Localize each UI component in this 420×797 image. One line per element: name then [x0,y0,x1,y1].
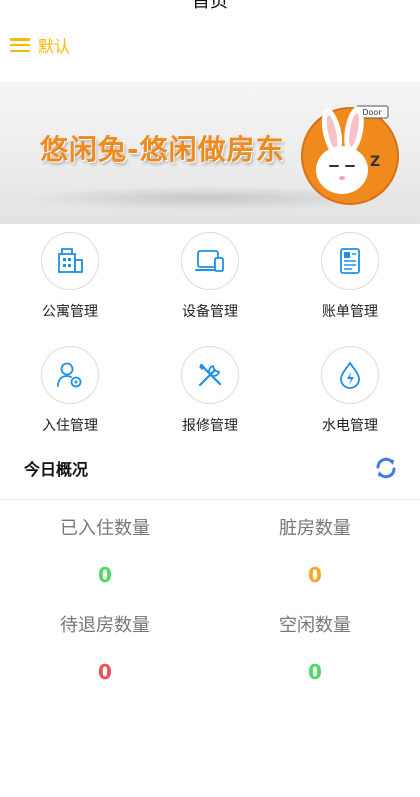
menu-icon-circle [321,232,379,290]
rabbit-mascot-icon: Door Z [301,105,399,205]
stat-pending-checkout[interactable]: 待退房数量 0 [0,613,210,685]
divider [0,499,420,500]
menu-item-label: 公寓管理 [42,304,98,320]
menu-item-label: 账单管理 [322,304,378,320]
menu-icon-circle [41,232,99,290]
menu-icon-circle [181,232,239,290]
page-title: 首页 [192,0,228,12]
water-electric-icon [340,361,360,389]
menu-icon-circle [41,346,99,404]
menu-item-label: 报修管理 [182,418,238,434]
house-selector-label[interactable]: 默认 [38,33,70,57]
stat-label: 待退房数量 [60,615,150,636]
stat-label: 已入住数量 [60,518,150,539]
stat-vacant[interactable]: 空闲数量 0 [210,613,420,685]
menu-item-checkin[interactable]: 入住管理 [0,346,140,446]
menu-icon[interactable] [10,38,30,52]
stat-value: 0 [308,660,322,684]
refresh-icon[interactable] [374,456,398,480]
bill-icon [340,248,360,274]
overview-title: 今日概况 [24,460,89,479]
menu-icon-circle [321,346,379,404]
promo-banner[interactable]: 悠闲兔-悠闲做房东 Door Z [0,82,420,224]
stat-dirty-room[interactable]: 脏房数量 0 [210,516,420,588]
stat-label: 空闲数量 [279,615,351,636]
menu-item-label: 水电管理 [322,418,378,434]
repair-tools-icon [198,363,222,387]
menu-item-bill[interactable]: 账单管理 [280,232,420,332]
overview-header: 今日概况 [0,448,420,488]
stat-value: 0 [308,563,322,587]
banner-slogan: 悠闲兔-悠闲做房东 [40,133,285,166]
stat-occupied[interactable]: 已入住数量 0 [0,516,210,588]
banner-zz-text: Z [370,154,380,170]
menu-icon-circle [181,346,239,404]
menu-item-device[interactable]: 设备管理 [140,232,280,332]
stat-label: 脏房数量 [279,518,351,539]
stat-value: 0 [98,563,112,587]
top-bar: 默认 [10,32,70,58]
menu-item-apartment[interactable]: 公寓管理 [0,232,140,332]
banner-sign-text: Door [362,108,382,117]
apartment-icon [58,248,83,273]
menu-item-label: 设备管理 [182,304,238,320]
menu-item-label: 入住管理 [42,418,98,434]
stat-value: 0 [98,660,112,684]
menu-item-utilities[interactable]: 水电管理 [280,346,420,446]
menu-item-repair[interactable]: 报修管理 [140,346,280,446]
checkin-user-icon [57,362,82,388]
device-icon [195,250,224,272]
